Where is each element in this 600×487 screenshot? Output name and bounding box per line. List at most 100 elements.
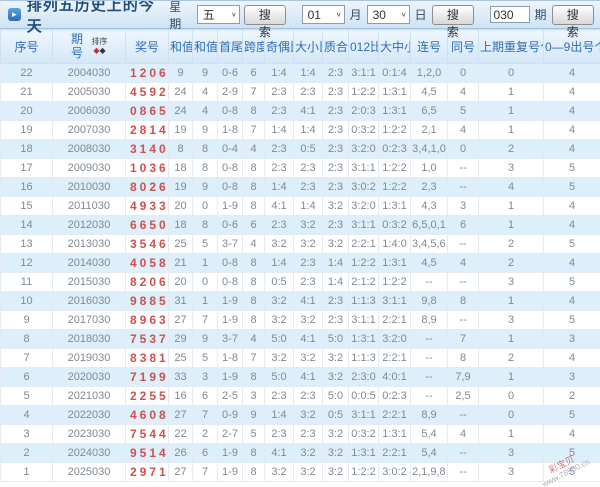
- cell-sumtail: 4: [192, 82, 218, 102]
- cell-period: 2012030: [52, 215, 126, 235]
- cell-sum: 19: [168, 120, 193, 140]
- cell-sum: 29: [168, 329, 193, 349]
- cell-samenumber: 0: [447, 63, 479, 83]
- cell-distinct: 4: [543, 291, 600, 311]
- cell-oddeven: 2:3: [264, 82, 294, 102]
- cell-distinct: 4: [543, 139, 600, 159]
- cell-012: 3:2:0: [348, 196, 379, 216]
- column-header-repeat: 上期重复号个数: [478, 29, 544, 64]
- cell-period: 2016030: [52, 291, 126, 311]
- table-row: 102016030988513111-983:24:12:31:1:33:1:1…: [0, 291, 600, 311]
- cell-sumtail: 5: [192, 234, 218, 254]
- cell-firstlast: 0-8: [217, 272, 243, 292]
- cell-firstlast: 3-7: [217, 234, 243, 254]
- cell-repeat: 1: [478, 196, 544, 216]
- table-row: 192007030281441991-871:41:42:30:3:21:2:2…: [0, 120, 600, 140]
- cell-repeat: 2: [478, 139, 544, 159]
- cell-bigsmall: 2:3: [293, 424, 323, 444]
- cell-primecomposite: 2:3: [322, 215, 349, 235]
- cell-span: 7: [242, 348, 265, 368]
- table-row: 12025030297182771-983:23:23:21:2:23:0:22…: [0, 462, 600, 482]
- table-row: 212005030459242442-972:32:32:31:2:21:3:1…: [0, 82, 600, 102]
- table-row: 32023030754422222-752:32:33:20:3:21:3:15…: [0, 424, 600, 444]
- cell-distinct: 5: [543, 310, 600, 330]
- search-week-button[interactable]: 搜索: [243, 4, 287, 39]
- sort-control[interactable]: 排序 ◆◆: [92, 38, 108, 55]
- cell-period: 2005030: [52, 82, 126, 102]
- cell-firstlast: 0-8: [217, 101, 243, 121]
- cell-oddeven: 4:1: [264, 196, 294, 216]
- cell-period: 2022030: [52, 405, 126, 425]
- cell-distinct: 4: [543, 215, 600, 235]
- cell-bigsmall: 3:2: [293, 234, 323, 254]
- cell-bigsmall: 4:1: [293, 101, 323, 121]
- cell-bigmidsmall: 1:4:0: [378, 234, 411, 254]
- cell-oddeven: 4:1: [264, 443, 294, 463]
- cell-period: 2007030: [52, 120, 126, 140]
- cell-distinct: 5: [543, 158, 600, 178]
- day-value: 30: [372, 7, 386, 22]
- sort-desc-icon[interactable]: ◆: [100, 46, 106, 55]
- cell-oddeven: 2:3: [264, 101, 294, 121]
- cell-repeat: 3: [478, 272, 544, 292]
- cell-firstlast: 0-4: [217, 139, 243, 159]
- table-row: 112015030820642000-880:52:31:42:1:21:2:2…: [0, 272, 600, 292]
- cell-prize: 10368: [125, 158, 169, 178]
- cell-sumtail: 9: [192, 329, 218, 349]
- cell-sumtail: 5: [192, 348, 218, 368]
- cell-012: 2:3:0: [348, 367, 379, 387]
- cell-serial: 20: [0, 101, 53, 121]
- cell-012: 1:2:2: [348, 462, 379, 482]
- cell-firstlast: 2-9: [217, 82, 243, 102]
- cell-bigsmall: 1:4: [293, 120, 323, 140]
- cell-bigsmall: 3:2: [293, 215, 323, 235]
- weekday-label: 星期: [169, 0, 182, 31]
- cell-bigmidsmall: 2:2:1: [378, 443, 411, 463]
- cell-firstlast: 1-9: [217, 196, 243, 216]
- cell-sum: 31: [168, 291, 193, 311]
- cell-samenumber: 3: [447, 196, 479, 216]
- cell-bigmidsmall: 1:2:2: [378, 158, 411, 178]
- cell-span: 8: [242, 310, 265, 330]
- month-value: 01: [307, 7, 321, 22]
- cell-repeat: 4: [478, 177, 544, 197]
- cell-bigsmall: 1:4: [293, 63, 323, 83]
- search-date-button[interactable]: 搜索: [431, 4, 475, 39]
- cell-bigsmall: 2:3: [293, 158, 323, 178]
- column-header-firstlast: 首尾号: [217, 29, 243, 64]
- cell-sumtail: 9: [192, 63, 218, 83]
- cell-bigsmall: 2:3: [293, 272, 323, 292]
- cell-serial: 5: [0, 386, 53, 406]
- cell-bigsmall: 2:3: [293, 177, 323, 197]
- cell-bigsmall: 3:2: [293, 443, 323, 463]
- cell-serial: 8: [0, 329, 53, 349]
- issue-input[interactable]: [489, 6, 530, 23]
- cell-primecomposite: 0:5: [322, 405, 349, 425]
- cell-firstlast: 1-9: [217, 367, 243, 387]
- day-select[interactable]: 30 ∨: [366, 5, 410, 24]
- weekday-select[interactable]: 五 ∨: [196, 5, 240, 24]
- cell-consecutive: 3,4,5,6,7: [410, 234, 448, 254]
- cell-span: 4: [242, 139, 265, 159]
- table-row: 122014030405842110-881:42:31:41:2:21:3:1…: [0, 253, 600, 273]
- cell-period: 2021030: [52, 386, 126, 406]
- cell-bigsmall: 0:5: [293, 139, 323, 159]
- cell-sumtail: 7: [192, 462, 218, 482]
- search-issue-button[interactable]: 搜索: [551, 4, 594, 39]
- cell-serial: 13: [0, 234, 53, 254]
- table-row: 82018030753772993-745:04:15:01:3:13:2:0-…: [0, 329, 600, 349]
- cell-distinct: 5: [543, 462, 600, 482]
- table-row: 62020030719973331-985:04:13:22:3:04:0:1-…: [0, 367, 600, 387]
- month-select[interactable]: 01 ∨: [301, 5, 345, 24]
- cell-span: 8: [242, 158, 265, 178]
- cell-bigsmall: 2:3: [293, 386, 323, 406]
- cell-repeat: 0: [478, 386, 544, 406]
- period-header-label: 期号: [70, 31, 83, 60]
- cell-prize: 66501: [125, 215, 169, 235]
- cell-span: 4: [242, 234, 265, 254]
- month-label: 月: [349, 8, 362, 22]
- cell-oddeven: 3:2: [264, 310, 294, 330]
- cell-period: 2013030: [52, 234, 126, 254]
- cell-primecomposite: 2:3: [322, 120, 349, 140]
- cell-consecutive: 1,2,0: [410, 63, 448, 83]
